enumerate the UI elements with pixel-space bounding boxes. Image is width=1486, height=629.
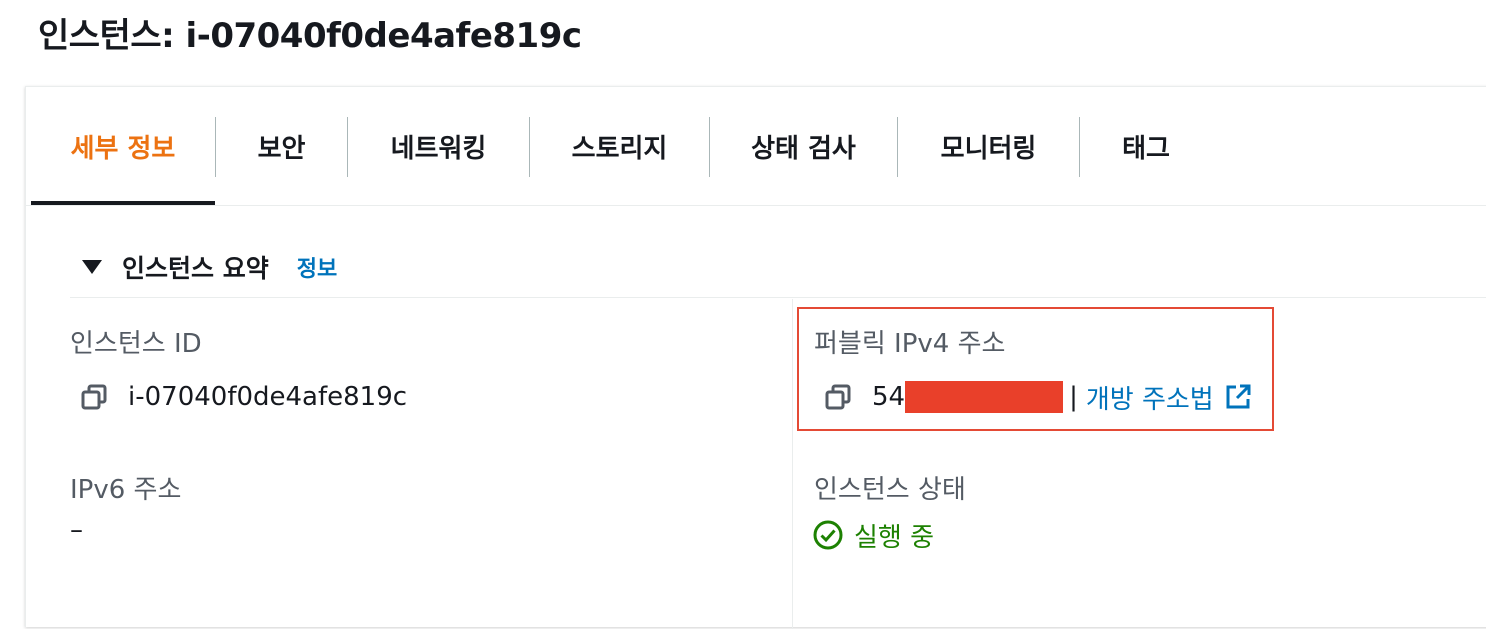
column-divider bbox=[792, 299, 793, 629]
public-ipv4-label: 퍼블릭 IPv4 주소 bbox=[814, 329, 1006, 359]
tab-bar: 세부 정보 보안 네트워킹 스토리지 상태 검사 모니터링 태그 bbox=[26, 87, 1486, 206]
instance-summary-header[interactable]: 인스턴스 요약 정보 bbox=[70, 237, 337, 297]
separator: | bbox=[1069, 382, 1078, 412]
instance-id-value-row: i-07040f0de4afe819c bbox=[80, 377, 407, 417]
check-circle-icon bbox=[813, 520, 843, 550]
tab-details[interactable]: 세부 정보 bbox=[31, 87, 215, 205]
tab-storage[interactable]: 스토리지 bbox=[530, 87, 709, 205]
tab-monitoring[interactable]: 모니터링 bbox=[898, 87, 1079, 205]
page-title: 인스턴스: i-07040f0de4afe819c bbox=[38, 16, 582, 56]
instance-state-value-row: 실행 중 bbox=[812, 515, 934, 555]
public-ipv4-value-row: 54 | 개방 주소법 bbox=[824, 377, 1252, 417]
instance-state-label: 인스턴스 상태 bbox=[814, 475, 966, 505]
instance-id-value: i-07040f0de4afe819c bbox=[128, 382, 408, 412]
tab-status-checks[interactable]: 상태 검사 bbox=[710, 87, 897, 205]
ipv6-label: IPv6 주소 bbox=[70, 475, 182, 505]
redacted-ip bbox=[905, 381, 1064, 413]
instance-state-value: 실행 중 bbox=[854, 522, 935, 553]
details-panel: 세부 정보 보안 네트워킹 스토리지 상태 검사 모니터링 태그 인스턴스 요약… bbox=[25, 86, 1486, 629]
copy-icon[interactable] bbox=[80, 383, 108, 411]
external-link-icon[interactable] bbox=[1224, 383, 1252, 411]
tab-networking[interactable]: 네트워킹 bbox=[348, 87, 529, 205]
tab-security[interactable]: 보안 bbox=[216, 87, 347, 205]
instance-id-label: 인스턴스 ID bbox=[70, 329, 202, 359]
copy-icon[interactable] bbox=[824, 383, 852, 411]
public-ipv4-value: 54 bbox=[872, 382, 906, 412]
info-link[interactable]: 정보 bbox=[297, 251, 337, 283]
section-title: 인스턴스 요약 bbox=[122, 254, 269, 283]
section-divider bbox=[70, 297, 1486, 298]
caret-down-icon[interactable] bbox=[82, 260, 102, 274]
tab-tags[interactable]: 태그 bbox=[1080, 87, 1212, 205]
ipv6-value: – bbox=[70, 515, 83, 545]
open-address-link[interactable]: 개방 주소법 bbox=[1086, 379, 1214, 416]
